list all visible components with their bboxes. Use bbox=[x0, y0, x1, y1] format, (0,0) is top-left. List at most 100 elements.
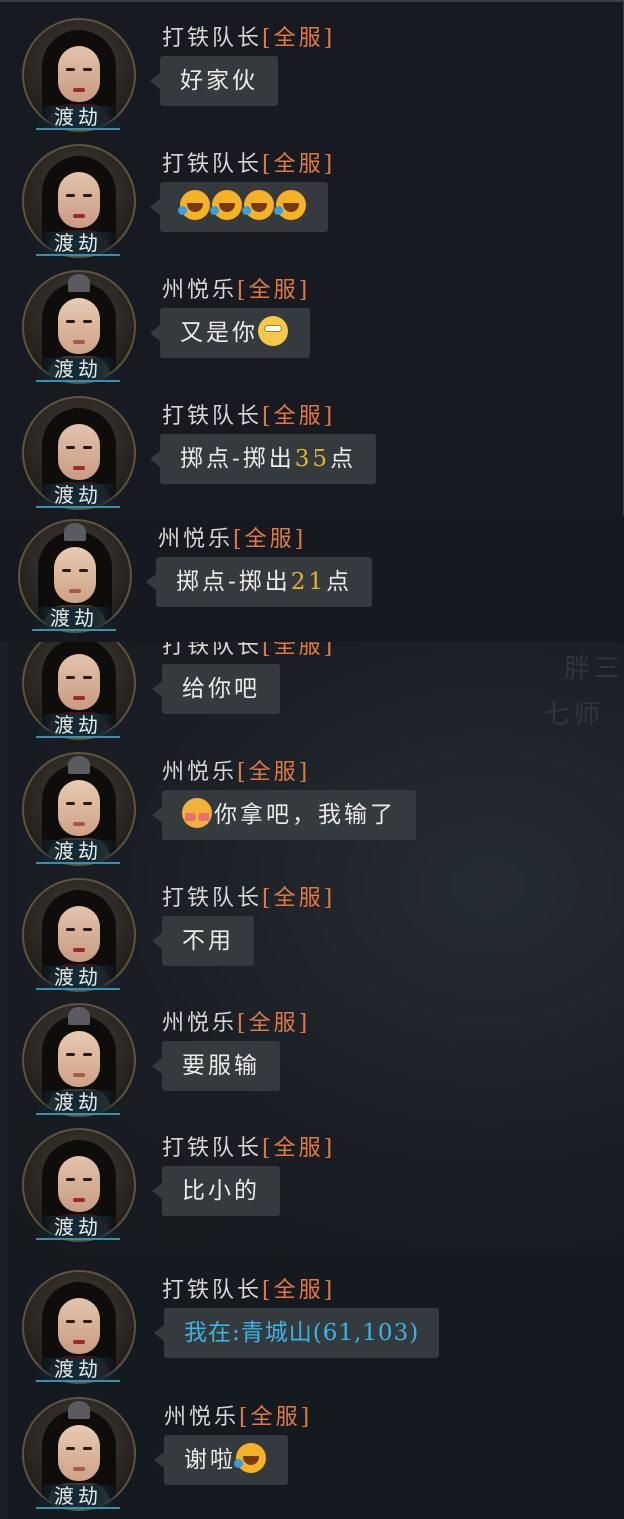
server-tag: [全服] bbox=[262, 152, 336, 177]
sender-label: 打铁队长 bbox=[162, 404, 263, 429]
message-text: 谢啦 bbox=[184, 1447, 236, 1473]
message-text: 不用 bbox=[182, 928, 234, 954]
message-text: 好家伙 bbox=[180, 68, 258, 94]
chat-message[interactable]: 渡劫 州悦乐[全服] 掷点-掷出21点 bbox=[0, 515, 624, 633]
message-text: 要服输 bbox=[182, 1053, 260, 1079]
message-text: 点 bbox=[330, 446, 357, 472]
sender-label: 打铁队长 bbox=[162, 152, 263, 177]
sender-name[interactable]: 州悦乐[全服] bbox=[164, 1399, 312, 1431]
sender-label: 打铁队长 bbox=[162, 26, 263, 51]
sender-label: 州悦乐 bbox=[158, 527, 234, 552]
message-bubble[interactable]: 你拿吧，我输了 bbox=[152, 790, 416, 840]
message-bubble[interactable] bbox=[150, 182, 328, 232]
message-bubble[interactable]: 好家伙 bbox=[150, 56, 278, 106]
chat-panel-4[interactable]: 渡劫 打铁队长[全服] 我在:青城山(61,103) 渡劫 州悦乐[全服] 谢啦 bbox=[8, 1254, 624, 1519]
chat-message[interactable]: 渡劫 州悦乐[全服] 你拿吧，我输了 bbox=[8, 736, 624, 866]
server-tag: [全服] bbox=[237, 1011, 311, 1036]
message-bubble[interactable]: 要服输 bbox=[152, 1041, 280, 1091]
sender-name[interactable]: 打铁队长[全服] bbox=[162, 880, 335, 912]
chat-message[interactable]: 渡劫 打铁队长[全服] 掷点-掷出35点 bbox=[0, 380, 623, 510]
dice-result: 35 bbox=[294, 446, 331, 472]
sender-name[interactable]: 打铁队长[全服] bbox=[162, 146, 335, 178]
sender-label: 州悦乐 bbox=[164, 1405, 240, 1430]
avatar[interactable]: 渡劫 bbox=[22, 1003, 136, 1117]
dice-result: 21 bbox=[290, 569, 327, 595]
message-bubble[interactable]: 谢啦 bbox=[154, 1435, 288, 1485]
avatar[interactable]: 渡劫 bbox=[22, 1128, 136, 1242]
server-tag: [全服] bbox=[239, 1405, 313, 1430]
avatar[interactable]: 渡劫 bbox=[22, 642, 136, 740]
chat-message[interactable]: 渡劫 州悦乐[全服] 要服输 bbox=[8, 987, 624, 1117]
player-tag: 渡劫 bbox=[36, 232, 120, 256]
chat-message[interactable]: 渡劫 打铁队长[全服] 比小的 bbox=[8, 1112, 624, 1242]
rofl-emoji-icon bbox=[178, 190, 210, 220]
chat-panel-1[interactable]: 渡劫 打铁队长[全服] 好家伙 渡劫 打铁队长[全服] 渡劫 州悦乐[全服] 又… bbox=[0, 0, 624, 515]
player-tag: 渡劫 bbox=[36, 840, 120, 864]
message-text: 点 bbox=[326, 569, 353, 595]
flushed-emoji-icon bbox=[182, 798, 212, 828]
rofl-emoji-icon bbox=[242, 190, 274, 220]
chat-message[interactable]: 渡劫 打铁队长[全服] 好家伙 bbox=[0, 2, 623, 132]
message-text: 给你吧 bbox=[182, 676, 260, 702]
server-tag: [全服] bbox=[262, 1278, 336, 1303]
chat-panel-2[interactable]: 渡劫 州悦乐[全服] 掷点-掷出21点 bbox=[0, 515, 624, 642]
sender-name[interactable]: 州悦乐[全服] bbox=[162, 272, 310, 304]
message-bubble[interactable]: 不用 bbox=[152, 916, 254, 966]
avatar[interactable]: 渡劫 bbox=[22, 1397, 136, 1511]
message-text: 掷点-掷出 bbox=[176, 569, 291, 595]
sender-label: 州悦乐 bbox=[162, 1011, 238, 1036]
avatar[interactable]: 渡劫 bbox=[18, 519, 132, 633]
player-tag: 渡劫 bbox=[36, 1358, 120, 1382]
chat-message[interactable]: 渡劫 州悦乐[全服] 又是你 bbox=[0, 254, 623, 384]
avatar[interactable]: 渡劫 bbox=[22, 396, 136, 510]
message-text: 比小的 bbox=[182, 1178, 260, 1204]
message-text: 你拿吧，我输了 bbox=[214, 802, 396, 828]
avatar[interactable]: 渡劫 bbox=[22, 144, 136, 258]
sender-name[interactable]: 打铁队长[全服] bbox=[162, 1272, 335, 1304]
message-bubble[interactable]: 我在:青城山(61,103) bbox=[153, 1308, 440, 1358]
server-tag: [全服] bbox=[262, 1136, 336, 1161]
sender-name[interactable]: 打铁队长[全服] bbox=[162, 398, 335, 430]
server-tag: [全服] bbox=[262, 886, 336, 911]
message-bubble[interactable]: 给你吧 bbox=[152, 664, 280, 714]
avatar[interactable]: 渡劫 bbox=[22, 878, 136, 992]
sender-name[interactable]: 打铁队长[全服] bbox=[162, 20, 335, 52]
player-tag: 渡劫 bbox=[36, 714, 120, 738]
chat-message[interactable]: 渡劫 州悦乐[全服] 谢啦 bbox=[8, 1381, 624, 1511]
avatar[interactable]: 渡劫 bbox=[22, 18, 136, 132]
location-link[interactable]: 我在:青城山(61,103) bbox=[184, 1320, 419, 1346]
message-bubble[interactable]: 比小的 bbox=[152, 1166, 280, 1216]
player-tag: 渡劫 bbox=[32, 607, 116, 631]
chat-screenshot: 渡劫 打铁队长[全服] 好家伙 渡劫 打铁队长[全服] 渡劫 州悦乐[全服] 又… bbox=[0, 0, 624, 1519]
chat-message[interactable]: 渡劫 打铁队长[全服] 不用 bbox=[8, 862, 624, 992]
eye-roll-emoji-icon bbox=[258, 316, 288, 346]
sender-label: 打铁队长 bbox=[162, 642, 263, 659]
avatar[interactable]: 渡劫 bbox=[22, 270, 136, 384]
player-tag: 渡劫 bbox=[36, 106, 120, 130]
sender-label: 打铁队长 bbox=[162, 1278, 263, 1303]
sender-name[interactable]: 州悦乐[全服] bbox=[162, 1005, 310, 1037]
server-tag: [全服] bbox=[237, 278, 311, 303]
message-bubble[interactable]: 掷点-掷出21点 bbox=[145, 557, 373, 607]
chat-message[interactable]: 渡劫 打铁队长[全服] 我在:青城山(61,103) bbox=[8, 1254, 624, 1384]
message-bubble[interactable]: 掷点-掷出35点 bbox=[149, 434, 377, 484]
sender-label: 州悦乐 bbox=[162, 760, 238, 785]
player-tag: 渡劫 bbox=[36, 484, 120, 508]
rofl-emoji-icon bbox=[234, 1443, 266, 1473]
server-tag: [全服] bbox=[262, 26, 336, 51]
message-bubble[interactable]: 又是你 bbox=[150, 308, 310, 358]
sender-name[interactable]: 打铁队长[全服] bbox=[162, 1130, 335, 1162]
server-tag: [全服] bbox=[262, 642, 336, 659]
sender-name[interactable]: 州悦乐[全服] bbox=[162, 754, 310, 786]
server-tag: [全服] bbox=[262, 404, 336, 429]
sender-name[interactable]: 州悦乐[全服] bbox=[158, 521, 306, 553]
rofl-emoji-icon bbox=[210, 190, 242, 220]
sender-label: 打铁队长 bbox=[162, 886, 263, 911]
chat-panel-3[interactable]: 胖三 七师 渡劫 打铁队长[全服] 给你吧 渡劫 州悦乐[全服] 你拿吧，我输了… bbox=[8, 642, 624, 1254]
avatar[interactable]: 渡劫 bbox=[22, 1270, 136, 1384]
chat-message[interactable]: 渡劫 打铁队长[全服] bbox=[0, 128, 623, 258]
player-tag: 渡劫 bbox=[36, 1216, 120, 1240]
sender-name[interactable]: 打铁队长[全服] bbox=[162, 642, 335, 660]
chat-message[interactable]: 渡劫 打铁队长[全服] 给你吧 bbox=[8, 642, 624, 740]
avatar[interactable]: 渡劫 bbox=[22, 752, 136, 866]
